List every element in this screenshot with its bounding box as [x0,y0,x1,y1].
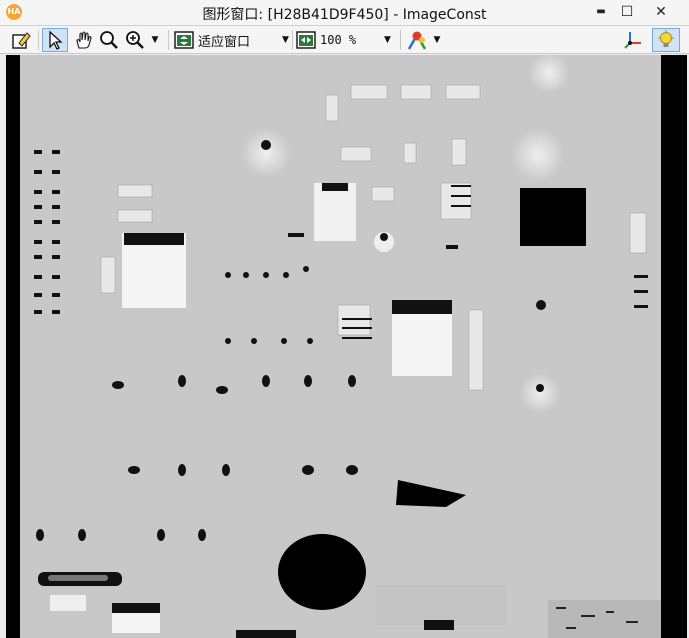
zoom-in-button[interactable] [122,28,148,52]
zoom-level-icon [296,31,316,49]
pointer-icon [49,30,63,50]
zoom-dropdown-button[interactable]: ▼ [148,28,162,52]
fit-window-icon [174,31,194,49]
close-button[interactable]: ✕ [648,2,674,22]
axes-button[interactable] [620,28,646,52]
fit-window-label: 适应窗口 [198,34,251,50]
toolbar-separator [292,30,293,50]
edit-button[interactable] [8,28,34,52]
toolbar: ▼ 适应窗口 ▼ 100 % ▼ ▼ [0,26,689,54]
fit-window-select[interactable]: 适应窗口 ▼ [174,28,289,52]
toolbar-separator [400,30,401,50]
color-palette-icon [407,31,427,50]
minimize-button[interactable]: ▬ [588,2,614,22]
image-canvas[interactable] [6,55,687,638]
chevron-down-icon: ▼ [282,35,289,45]
zoom-in-icon [126,31,144,49]
window-title: 图形窗口: [H28B41D9F450] - ImageConst [202,7,487,23]
color-tool-button[interactable] [404,28,430,52]
color-dropdown-button[interactable]: ▼ [430,28,444,52]
magnifier-icon [100,31,118,49]
chevron-down-icon: ▼ [433,35,441,45]
chevron-down-icon: ▼ [151,35,159,45]
toolbar-separator [38,30,39,50]
axes-icon [624,32,641,49]
zoom-level-select[interactable]: 100 % ▼ [296,28,396,52]
pencil-edit-icon [12,32,31,49]
pan-tool-button[interactable] [70,28,96,52]
graphics-window: HA 图形窗口: [H28B41D9F450] - ImageConst ▬ ☐… [0,0,689,638]
lightbulb-icon [658,30,674,47]
pointer-tool-button[interactable] [42,28,68,52]
title-bar: HA 图形窗口: [H28B41D9F450] - ImageConst ▬ ☐… [0,0,689,26]
chevron-down-icon: ▼ [384,35,391,45]
maximize-button[interactable]: ☐ [614,2,640,22]
hand-icon [76,31,92,49]
zoom-level-label: 100 % [320,33,357,47]
toolbar-separator [168,30,169,50]
lightbulb-button[interactable] [652,28,680,52]
pcb-image [6,55,687,638]
magnify-tool-button[interactable] [96,28,122,52]
